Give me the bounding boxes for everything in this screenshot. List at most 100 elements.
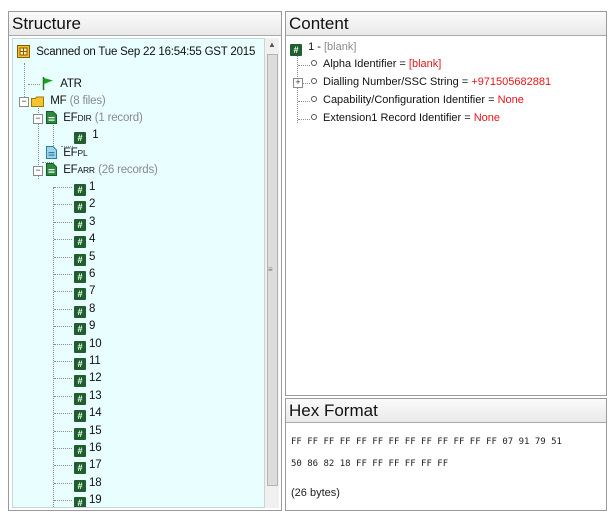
record-icon: # bbox=[74, 305, 86, 318]
tree-node-efpl[interactable]: EFPL bbox=[46, 145, 88, 162]
flag-icon bbox=[42, 77, 53, 90]
content-record-node[interactable]: # 1 - [blank] bbox=[290, 40, 356, 56]
content-field[interactable]: Dialling Number/SSC String = +9715056828… bbox=[311, 75, 551, 90]
elementary-file-icon bbox=[46, 111, 57, 124]
tree-node-efarr-record[interactable]: #10 bbox=[74, 336, 102, 353]
record-label: 3 bbox=[89, 215, 96, 228]
content-tree[interactable]: # 1 - [blank] Alpha Identifier = [blank]… bbox=[290, 40, 602, 391]
field-expand-toggle[interactable]: + bbox=[293, 78, 303, 88]
tree-node-efarr-record[interactable]: #18 bbox=[74, 475, 102, 492]
structure-title: Structure bbox=[9, 12, 281, 36]
record-icon: # bbox=[74, 427, 86, 440]
tree-node-efarr-record[interactable]: #15 bbox=[74, 423, 102, 440]
structure-tree[interactable]: Scanned on Tue Sep 22 16:54:55 GST 2015 … bbox=[12, 38, 266, 508]
tree-node-efarr-record[interactable]: #12 bbox=[74, 370, 102, 388]
efdir-prefix: EF bbox=[63, 112, 78, 124]
tree-node-efarr-record[interactable]: #14 bbox=[74, 405, 102, 423]
sim-card-icon bbox=[17, 45, 30, 58]
field-value: [blank] bbox=[408, 58, 442, 70]
record-number: 1 - bbox=[308, 41, 321, 53]
hex-panel: Hex Format FF FF FF FF FF FF FF FF FF FF… bbox=[285, 398, 607, 511]
efdir-collapse-toggle[interactable]: − bbox=[33, 114, 43, 124]
content-field[interactable]: Alpha Identifier = [blank] bbox=[311, 57, 441, 72]
tree-node-efarr-record[interactable]: #6 bbox=[74, 266, 95, 283]
elementary-file-icon bbox=[46, 163, 57, 176]
tree-node-efarr-record[interactable]: #2 bbox=[74, 196, 96, 214]
tree-node-scan[interactable]: Scanned on Tue Sep 22 16:54:55 GST 2015 bbox=[17, 44, 255, 61]
efarr-collapse-toggle[interactable]: − bbox=[33, 166, 43, 176]
record-label: 10 bbox=[89, 337, 102, 350]
tree-node-efarr[interactable]: EFARR (26 records) bbox=[46, 162, 158, 179]
tree-node-efdir-record[interactable]: # 1 bbox=[74, 127, 99, 144]
tree-node-mf[interactable]: MF (8 files) bbox=[31, 93, 106, 110]
tree-node-efdir[interactable]: EFDIR (1 record) bbox=[46, 110, 143, 127]
tree-node-atr[interactable]: ATR bbox=[42, 76, 82, 93]
record-label: 4 bbox=[89, 233, 96, 246]
bullet-icon bbox=[311, 60, 317, 66]
record-icon: # bbox=[74, 288, 86, 301]
hex-line-1: FF FF FF FF FF FF FF FF FF FF FF FF FF 0… bbox=[291, 437, 562, 447]
record-icon: # bbox=[74, 497, 86, 507]
record-label: 18 bbox=[89, 476, 102, 489]
record-label: 2 bbox=[89, 198, 96, 211]
record-label: 13 bbox=[89, 389, 102, 402]
field-value: None bbox=[473, 112, 501, 124]
folder-icon bbox=[31, 96, 44, 107]
efdir-count: (1 record) bbox=[94, 112, 143, 124]
tree-node-efarr-record[interactable]: #4 bbox=[74, 231, 96, 249]
record-icon: # bbox=[74, 253, 86, 266]
tree-node-efarr-record[interactable]: #16 bbox=[74, 440, 102, 457]
record-icon: # bbox=[74, 201, 86, 214]
tree-node-efarr-record[interactable]: #3 bbox=[74, 214, 95, 231]
record-icon: # bbox=[74, 410, 86, 423]
field-label: Extension1 Record Identifier = bbox=[323, 112, 474, 124]
content-title: Content bbox=[286, 12, 606, 36]
record-label: 16 bbox=[89, 442, 102, 454]
record-label: 11 bbox=[89, 355, 101, 367]
efarr-count: (26 records) bbox=[98, 164, 158, 176]
efpl-prefix: EF bbox=[63, 147, 78, 159]
efarr-prefix: EF bbox=[63, 164, 78, 176]
record-icon: # bbox=[74, 236, 86, 249]
scan-label: Scanned on Tue Sep 22 16:54:55 GST 2015 bbox=[36, 46, 256, 58]
record-label: 6 bbox=[89, 268, 96, 280]
mf-label: MF bbox=[50, 95, 67, 107]
record-icon: # bbox=[290, 44, 302, 56]
record-label: 17 bbox=[89, 459, 102, 472]
efdir-sub: DIR bbox=[77, 113, 92, 123]
field-label: Capability/Configuration Identifier = bbox=[323, 94, 498, 106]
scroll-up-arrow-icon[interactable]: ▲ bbox=[265, 38, 279, 52]
record-label: 12 bbox=[89, 372, 102, 385]
record-icon: # bbox=[74, 323, 86, 336]
record-icon: # bbox=[74, 445, 86, 457]
mf-collapse-toggle[interactable]: − bbox=[19, 97, 29, 107]
record-icon: # bbox=[74, 358, 86, 370]
hex-byte-count: (26 bytes) bbox=[291, 487, 340, 499]
tree-node-efarr-record[interactable]: #9 bbox=[74, 318, 95, 336]
tree-node-efarr-record[interactable]: #8 bbox=[74, 301, 95, 318]
tree-node-efarr-record[interactable]: #13 bbox=[74, 388, 102, 405]
record-label: 1 bbox=[89, 181, 96, 193]
record-label: 8 bbox=[89, 302, 96, 315]
tree-node-efarr-record[interactable]: #7 bbox=[74, 283, 95, 301]
transparent-file-icon bbox=[46, 146, 57, 159]
tree-node-efarr-record[interactable]: #17 bbox=[74, 457, 102, 475]
record-icon: # bbox=[74, 479, 86, 492]
record-label: 5 bbox=[89, 250, 96, 263]
record-label: 14 bbox=[89, 407, 102, 420]
record-icon: # bbox=[74, 132, 86, 144]
structure-scrollbar[interactable]: ▲ ≡ bbox=[264, 38, 279, 508]
efpl-sub: PL bbox=[77, 148, 88, 158]
tree-node-efarr-record[interactable]: #5 bbox=[74, 249, 95, 266]
content-field[interactable]: Extension1 Record Identifier = None bbox=[311, 111, 500, 126]
bullet-icon bbox=[311, 114, 317, 120]
tree-node-efarr-record[interactable]: #19 bbox=[74, 492, 102, 507]
scroll-grip-icon: ≡ bbox=[268, 265, 273, 274]
tree-node-efarr-record[interactable]: #11 bbox=[74, 353, 101, 370]
content-field[interactable]: Capability/Configuration Identifier = No… bbox=[311, 93, 524, 108]
tree-node-efarr-record[interactable]: #1 bbox=[74, 179, 95, 196]
record-icon: # bbox=[74, 271, 86, 283]
record-icon: # bbox=[74, 375, 86, 388]
field-label: Alpha Identifier = bbox=[323, 58, 409, 70]
hex-bytes[interactable]: FF FF FF FF FF FF FF FF FF FF FF FF FF 0… bbox=[291, 431, 562, 475]
